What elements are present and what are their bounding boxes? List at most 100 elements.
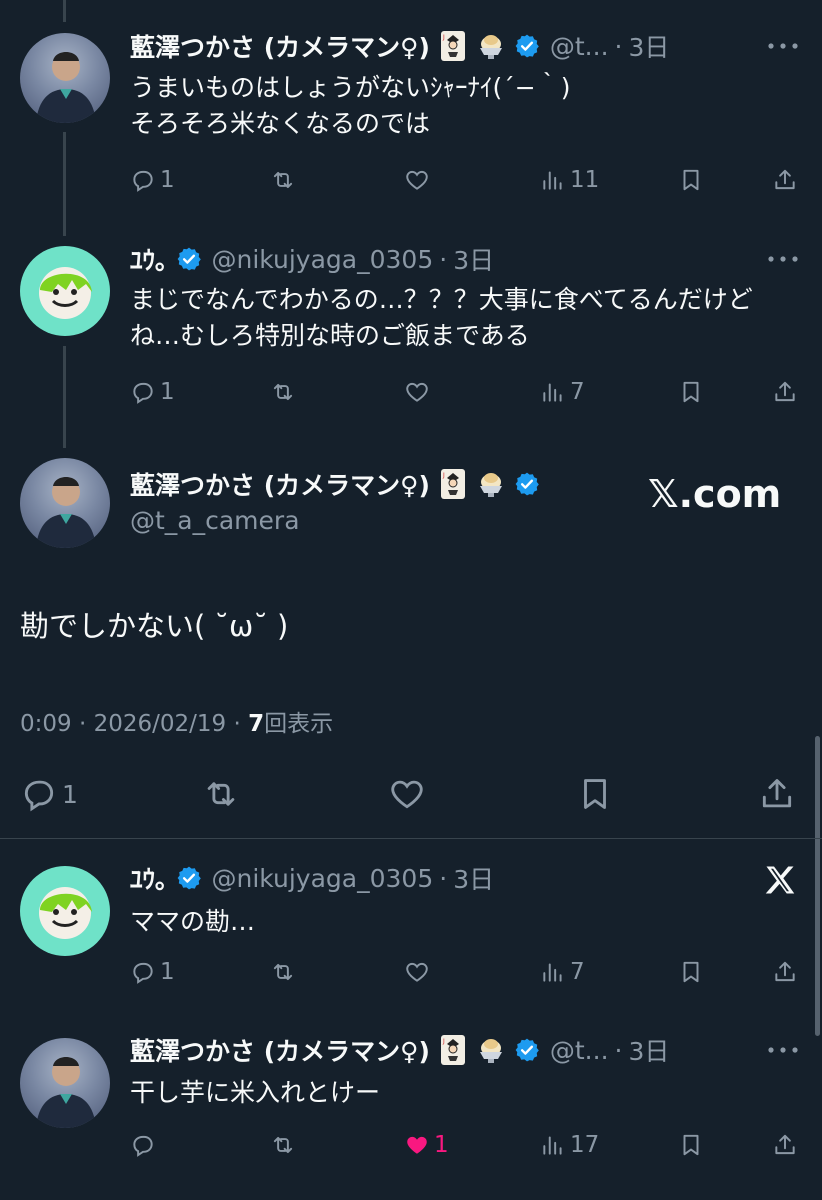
divider [0,838,822,839]
more-icon[interactable] [766,41,800,51]
separator: · [439,244,448,274]
like-button[interactable] [388,772,426,816]
joker-card-emoji [438,30,468,62]
handle[interactable]: @nikujyaga_0305 [212,864,434,893]
joker-card-emoji [438,1034,468,1066]
reply-button[interactable]: 1 [130,375,175,409]
verified-icon [514,1037,540,1063]
like-icon [404,959,430,985]
display-name[interactable]: ﾕｳ｡ [130,241,168,277]
bookmark-icon [678,379,704,405]
views-button[interactable]: 7 [540,375,585,409]
verified-icon [176,865,202,891]
main-action-bar: 1 [20,772,800,816]
shaved-ice-emoji [476,1034,506,1066]
separator: · [614,1035,623,1065]
like-button[interactable]: 1 [404,1128,449,1162]
like-button[interactable] [404,163,430,197]
reply-button[interactable]: 1 [20,772,78,816]
handle[interactable]: @t_a_camera [130,506,300,535]
bookmark-button[interactable] [576,772,614,816]
x-logo-icon [765,866,795,894]
views-icon [540,379,566,405]
display-name[interactable]: 藍澤つかさ (カメラマン♀) [130,1032,430,1068]
like-icon [404,1132,430,1158]
avatar[interactable] [20,246,110,336]
timestamp[interactable]: 3日 [453,241,494,277]
retweet-icon [270,167,296,193]
avatar[interactable] [20,33,110,123]
thread-line-top [63,0,66,22]
action-bar: 1 7 [130,955,800,989]
display-name[interactable]: 藍澤つかさ (カメラマン♀) [130,28,430,64]
retweet-button[interactable] [202,772,240,816]
retweet-icon [270,1132,296,1158]
reply-button[interactable]: 1 [130,163,175,197]
display-name[interactable]: 藍澤つかさ (カメラマン♀) [130,466,430,502]
avatar[interactable] [20,866,110,956]
bookmark-button[interactable] [678,1128,704,1162]
more-icon[interactable] [766,1045,800,1055]
reply-icon [130,379,156,405]
share-icon [772,167,798,193]
action-bar: 1 7 [130,375,800,409]
views-button[interactable]: 17 [540,1128,599,1162]
reply-icon [20,775,58,813]
tweet-text: まじでなんでわかるの…？？？大事に食べてるんだけどね…むしろ特別な時のご飯まであ… [130,285,753,350]
timestamp[interactable]: 3日 [628,28,669,64]
timestamp[interactable]: 3日 [453,860,494,896]
share-button[interactable] [772,163,798,197]
bookmark-icon [678,167,704,193]
reply-button[interactable] [130,1128,160,1162]
share-icon [772,379,798,405]
bookmark-icon [576,775,614,813]
retweet-icon [202,775,240,813]
share-button[interactable] [772,955,798,989]
separator: · [614,31,623,61]
verified-icon [514,471,540,497]
timestamp[interactable]: 3日 [628,1032,669,1068]
retweet-icon [270,379,296,405]
handle[interactable]: @t... [550,32,609,61]
separator: · [439,863,448,893]
retweet-button[interactable] [270,163,296,197]
retweet-button[interactable] [270,375,296,409]
bookmark-button[interactable] [678,375,704,409]
timestamp[interactable]: 0:09 · 2026/02/19 · [20,711,248,737]
handle[interactable]: @nikujyaga_0305 [212,245,434,274]
display-name[interactable]: ﾕｳ｡ [130,860,168,896]
views-button[interactable]: 7 [540,955,585,989]
views-icon [540,167,566,193]
bookmark-icon [678,1132,704,1158]
tweet-header: 藍澤つかさ (カメラマン♀) [130,468,540,500]
share-icon [772,1132,798,1158]
thread-line-1 [63,132,66,236]
retweet-button[interactable] [270,1128,296,1162]
view-count: 7 [248,711,265,737]
joker-card-emoji [438,468,468,500]
reply-button[interactable]: 1 [130,955,175,989]
bookmark-button[interactable] [678,163,704,197]
tweet-header: ﾕｳ｡ @nikujyaga_0305 · 3日 [130,241,494,277]
tweet-header: 藍澤つかさ (カメラマン♀) @t... · 3日 [130,1034,669,1066]
views-button[interactable]: 11 [540,163,599,197]
bookmark-button[interactable] [678,955,704,989]
retweet-icon [270,959,296,985]
tweet-header: 藍澤つかさ (カメラマン♀) @t... · 3日 [130,30,669,62]
retweet-button[interactable] [270,955,296,989]
avatar[interactable] [20,1038,110,1128]
avatar[interactable] [20,458,110,548]
share-button[interactable] [772,375,798,409]
tweet-text: 干し芋に米入れとけー [130,1078,381,1107]
reply-icon [130,959,156,985]
more-icon[interactable] [766,254,800,264]
share-button[interactable] [772,1128,798,1162]
like-button[interactable] [404,375,430,409]
share-button[interactable] [758,772,796,816]
like-button[interactable] [404,955,430,989]
share-icon [758,775,796,813]
views-icon [540,959,566,985]
scrollbar[interactable] [815,736,820,1036]
handle[interactable]: @t... [550,1036,609,1065]
tweet-text: 勘でしかない( ˘ω˘ ) [20,609,289,643]
